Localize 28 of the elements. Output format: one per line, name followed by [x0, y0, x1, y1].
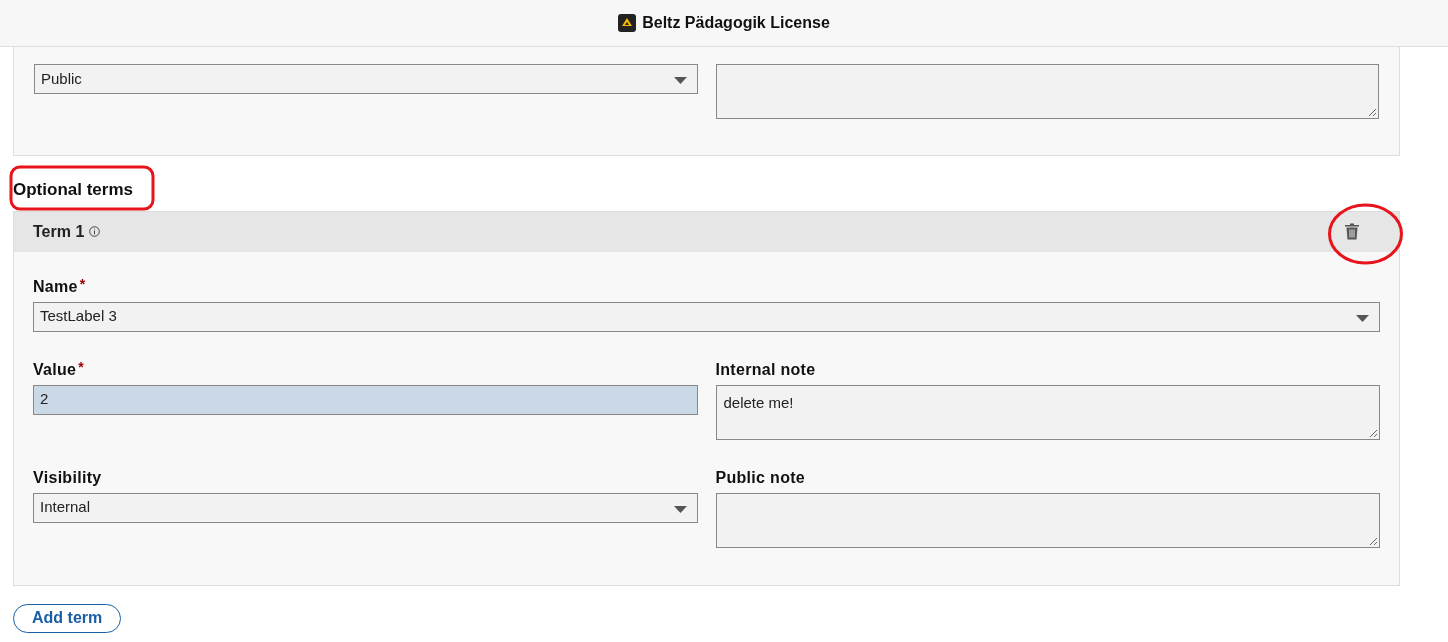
input-field[interactable]: 2: [33, 384, 698, 415]
select-field[interactable]: Internal: [33, 492, 698, 523]
section-title: Optional terms: [13, 180, 133, 199]
required-mark: *: [79, 276, 86, 291]
field-label: Public note: [715, 467, 806, 487]
textarea-field[interactable]: [715, 64, 1379, 119]
field-label: Visibility: [33, 467, 102, 487]
select-field[interactable]: Public: [34, 64, 698, 94]
select-field[interactable]: TestLabel 3: [33, 301, 1380, 332]
term-title: Term 1: [33, 221, 85, 242]
app-title: Beltz Pädagogik License: [642, 13, 830, 33]
add-term-button[interactable]: Add term: [13, 603, 122, 633]
textarea-field[interactable]: delete me!: [715, 384, 1380, 440]
caret-icon: [1356, 314, 1369, 322]
logo-icon: [618, 14, 637, 32]
resize-handle-icon: [1369, 536, 1378, 546]
field-label: Name: [33, 276, 78, 296]
info-icon: [89, 226, 101, 237]
field-label: Internal note: [715, 359, 816, 379]
required-mark: *: [78, 359, 84, 374]
delete-button[interactable]: [1342, 221, 1362, 242]
trash-icon: [1345, 223, 1359, 240]
resize-handle-icon: [1369, 428, 1378, 438]
resize-handle-icon: [1368, 108, 1377, 117]
field-label: Value: [33, 359, 77, 379]
textarea-field[interactable]: [715, 492, 1380, 548]
caret-icon: [673, 505, 687, 513]
caret-icon: [673, 77, 687, 84]
